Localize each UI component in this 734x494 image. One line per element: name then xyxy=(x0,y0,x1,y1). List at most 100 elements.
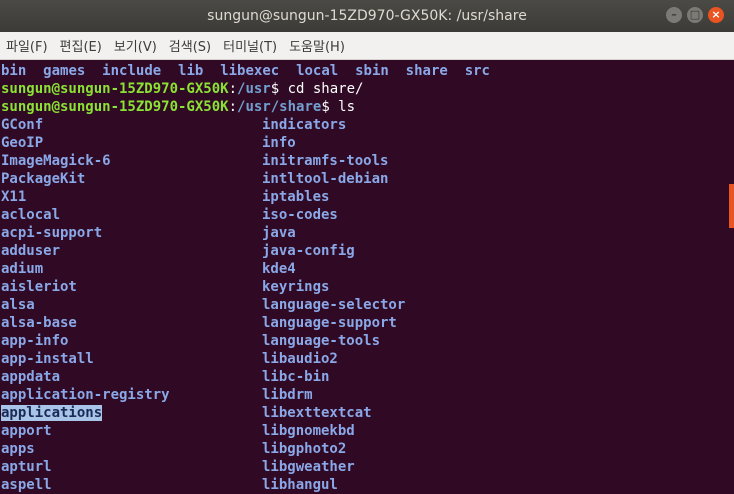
list-item: X11 xyxy=(1,188,26,206)
dir-entry: include xyxy=(102,63,162,79)
close-button[interactable]: × xyxy=(708,7,724,23)
menu-search[interactable]: 검색(S) xyxy=(163,36,217,55)
dir-entry: intltool-debian xyxy=(262,171,389,187)
list-item: aspell xyxy=(1,476,52,494)
list-item: alsa-base xyxy=(1,314,77,332)
list-item: libgweather xyxy=(262,458,355,476)
dir-entry: keyrings xyxy=(262,279,330,295)
dir-entry: share xyxy=(405,63,448,79)
list-item: kde4 xyxy=(262,260,296,278)
list-item: libgphoto2 xyxy=(262,440,346,458)
dir-entry: libdrm xyxy=(262,387,313,403)
dir-entry: libhangul xyxy=(262,477,338,493)
dir-entry: aisleriot xyxy=(1,279,77,295)
prompt-user: sungun@sungun-15ZD970-GX50K xyxy=(1,99,229,115)
dir-entry: application-registry xyxy=(1,387,170,403)
prompt-sep: : xyxy=(228,99,238,115)
dir-entry: lib xyxy=(178,63,204,79)
list-item: info xyxy=(262,134,296,152)
dir-entry: GConf xyxy=(1,117,44,133)
list-item: iptables xyxy=(262,188,329,206)
usr-listing: bin games include lib libexec local sbin… xyxy=(1,62,490,80)
dir-entry: language-tools xyxy=(262,333,381,349)
menu-edit[interactable]: 편집(E) xyxy=(54,36,108,55)
list-item: adduser xyxy=(1,242,60,260)
menu-terminal[interactable]: 터미널(T) xyxy=(217,36,283,55)
window-title: sungun@sungun-15ZD970-GX50K: /usr/share xyxy=(207,8,527,24)
list-item: libgnomekbd xyxy=(262,422,355,440)
prompt-symbol: $ xyxy=(270,81,288,97)
prompt-sep: : xyxy=(228,81,238,97)
list-item: indicators xyxy=(262,116,346,134)
dir-entry: src xyxy=(464,63,490,79)
list-item: libexttextcat xyxy=(262,404,372,422)
list-item: acpi-support xyxy=(1,224,102,242)
list-item: apturl xyxy=(1,458,52,476)
dir-entry: iso-codes xyxy=(262,207,338,223)
menu-file[interactable]: 파일(F) xyxy=(0,36,54,55)
dir-entry: app-install xyxy=(1,351,94,367)
dir-entry: local xyxy=(296,63,339,79)
dir-entry: libexttextcat xyxy=(262,405,372,421)
prompt-path: /usr xyxy=(237,81,271,97)
list-item: language-tools xyxy=(262,332,380,350)
dir-entry: language-support xyxy=(262,315,397,331)
list-item: PackageKit xyxy=(1,170,85,188)
list-item: java-config xyxy=(262,242,355,260)
list-item: GConf xyxy=(1,116,43,134)
list-item: libc-bin xyxy=(262,368,329,386)
dir-entry: X11 xyxy=(1,189,27,205)
dir-entry: libgweather xyxy=(262,459,355,475)
dir-entry: apturl xyxy=(1,459,52,475)
dir-entry: libgnomekbd xyxy=(262,423,355,439)
list-item: apport xyxy=(1,422,52,440)
list-item: alsa xyxy=(1,296,35,314)
list-item: applications xyxy=(1,404,103,422)
scrollbar-thumb[interactable] xyxy=(729,184,734,228)
prompt-command: cd share/ xyxy=(287,81,364,97)
list-item: libhangul xyxy=(262,476,338,494)
list-item: adium xyxy=(1,260,43,278)
menu-view[interactable]: 보기(V) xyxy=(108,36,163,55)
list-item: iso-codes xyxy=(262,206,338,224)
prompt-line-1: sungun@sungun-15ZD970-GX50K:/usr$ cd sha… xyxy=(1,80,363,98)
dir-entry: apps xyxy=(1,441,35,457)
dir-entry: info xyxy=(262,135,296,151)
list-item: libaudio2 xyxy=(262,350,338,368)
scrollbar[interactable] xyxy=(728,60,734,494)
dir-entry: java-config xyxy=(262,243,355,259)
list-item: keyrings xyxy=(262,278,329,296)
maximize-button[interactable]: □ xyxy=(687,7,703,23)
dir-entry: ImageMagick-6 xyxy=(1,153,111,169)
window-controls: – □ × xyxy=(666,7,724,23)
dir-entry: kde4 xyxy=(262,261,296,277)
dir-entry: libaudio2 xyxy=(262,351,338,367)
dir-entry: adium xyxy=(1,261,44,277)
list-item: aisleriot xyxy=(1,278,77,296)
dir-entry: GeoIP xyxy=(1,135,44,151)
dir-entry: apport xyxy=(1,423,52,439)
list-item: aclocal xyxy=(1,206,60,224)
prompt-path: /usr/share xyxy=(237,99,322,115)
dir-entry: sbin xyxy=(355,63,389,79)
list-item: intltool-debian xyxy=(262,170,388,188)
dir-entry: libexec xyxy=(220,63,280,79)
minimize-button[interactable]: – xyxy=(666,7,682,23)
menu-help[interactable]: 도움말(H) xyxy=(283,36,351,55)
dir-entry: iptables xyxy=(262,189,330,205)
terminal-output[interactable]: bin games include lib libexec local sbin… xyxy=(0,60,728,494)
dir-entry: appdata xyxy=(1,369,61,385)
dir-entry: libgphoto2 xyxy=(262,441,347,457)
dir-entry: adduser xyxy=(1,243,61,259)
dir-entry: aclocal xyxy=(1,207,61,223)
dir-entry: libc-bin xyxy=(262,369,330,385)
list-item: libdrm xyxy=(262,386,313,404)
dir-entry: PackageKit xyxy=(1,171,86,187)
menu-bar: 파일(F) 편집(E) 보기(V) 검색(S) 터미널(T) 도움말(H) xyxy=(0,32,734,60)
dir-entry: app-info xyxy=(1,333,69,349)
prompt-symbol: $ xyxy=(321,99,339,115)
list-item: apps xyxy=(1,440,35,458)
title-bar: sungun@sungun-15ZD970-GX50K: /usr/share … xyxy=(0,0,734,32)
dir-entry: initramfs-tools xyxy=(262,153,389,169)
list-item: application-registry xyxy=(1,386,170,404)
